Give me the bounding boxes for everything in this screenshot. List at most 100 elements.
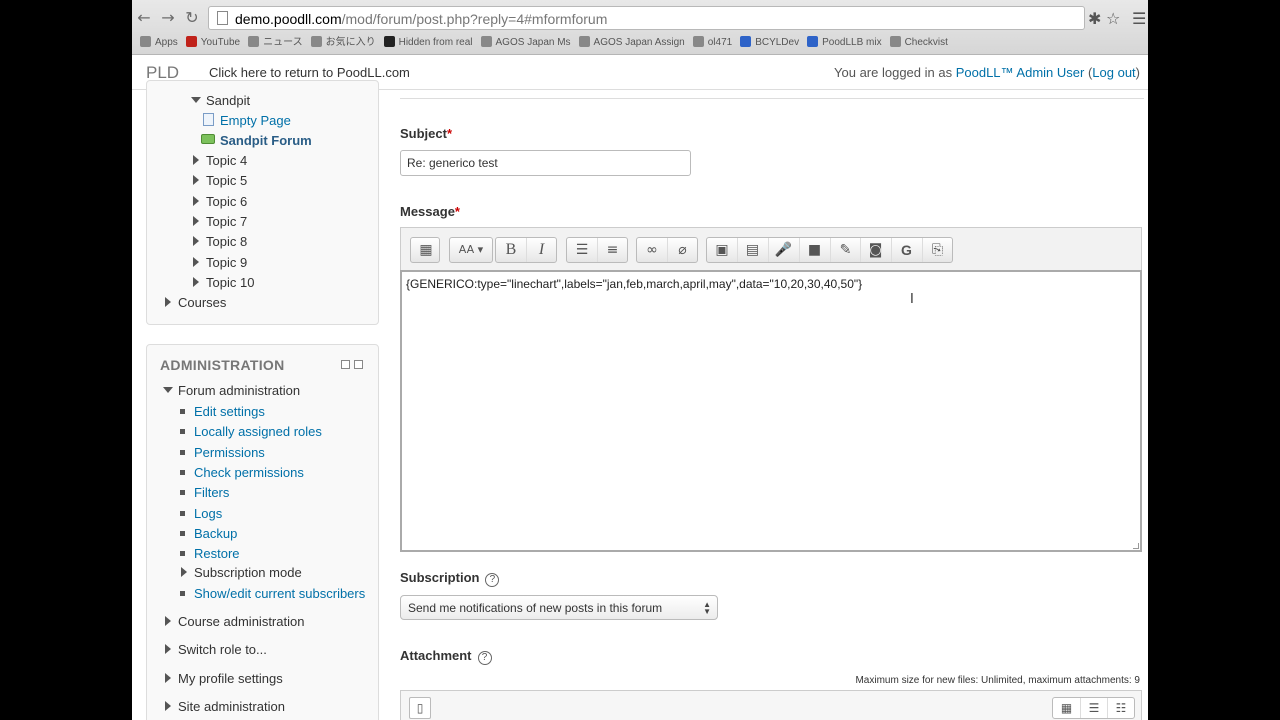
generico-icon[interactable]: G [891,238,921,262]
nav-topic[interactable]: Topic 5 [193,173,247,188]
collapsed-icon [165,673,171,683]
text-cursor-icon: I [910,292,914,307]
bookmark-icon [889,36,901,47]
list-view-icon[interactable]: ☰ [1080,698,1107,718]
nav-topic[interactable]: Topic 8 [193,234,247,249]
collapsed-icon [193,236,199,247]
subscription-mode[interactable]: Subscription mode [181,565,302,580]
bookmark-item[interactable]: ニュース [248,34,303,52]
bookmark-item[interactable]: お気に入り [310,34,376,52]
logout-link[interactable]: Log out [1092,65,1135,80]
bullet-icon [180,409,185,414]
menu-icon[interactable]: ☰ [1132,9,1146,28]
admin-link[interactable]: Edit settings [180,404,265,419]
pencil-icon[interactable]: ✎ [830,238,860,262]
bookmark-item[interactable]: PoodLLB mix [807,34,882,52]
admin-link[interactable]: Permissions [180,445,265,460]
bookmark-item[interactable]: AGOS Japan Ms [480,34,571,52]
bookmark-item[interactable]: BCYLDev [740,34,799,52]
subject-input[interactable] [400,150,691,176]
admin-link[interactable]: Check permissions [180,465,304,480]
show-more-icon[interactable]: ▦ [411,238,441,262]
paste-icon[interactable]: ⎘ [922,238,952,262]
user-link[interactable]: PoodLL™ Admin User [956,65,1085,80]
nav-topic[interactable]: Topic 9 [193,255,247,270]
media-icon[interactable]: ▤ [737,238,767,262]
expanded-icon [163,387,173,393]
show-edit-subscribers[interactable]: Show/edit current subscribers [180,586,365,601]
address-bar[interactable]: demo.poodll.com/mod/forum/post.php?reply… [208,6,1085,30]
resize-handle-icon[interactable] [1133,543,1139,549]
extension-icon[interactable]: ✱ [1088,9,1101,28]
ordered-list-icon[interactable]: ≡ [597,238,627,262]
block-title: ADMINISTRATION [160,357,285,373]
dock-icon[interactable] [354,360,363,369]
admin-link[interactable]: Locally assigned roles [180,424,322,439]
video-camera-icon[interactable]: ■ [799,238,829,262]
collapsed-icon [165,644,171,654]
unordered-list-icon[interactable]: ☰ [567,238,597,262]
italic-button[interactable]: I [526,238,556,262]
toolbar-group-lists: ☰ ≡ [566,237,628,263]
subject-label: Subject* [400,126,453,141]
message-editor[interactable]: {GENERICO:type="linechart",labels="jan,f… [400,270,1142,552]
administration-block: ADMINISTRATION Forum administration Edit… [146,344,379,720]
message-text: {GENERICO:type="linechart",labels="jan,f… [406,277,863,291]
toolbar-group-style: B I [495,237,557,263]
switch-role[interactable]: Switch role to... [165,642,267,657]
bookmark-item[interactable]: Apps [140,34,178,52]
bookmark-icon [480,36,492,47]
link-icon[interactable]: ∞ [637,238,667,262]
reload-icon[interactable]: ↻ [182,8,202,28]
bold-button[interactable]: B [496,238,526,262]
nav-courses[interactable]: Courses [165,295,226,310]
icon-view-icon[interactable]: ▦ [1053,698,1080,718]
bookmark-item[interactable]: Checkvist [889,34,948,52]
bookmark-star-icon[interactable]: ☆ [1106,9,1120,28]
return-link[interactable]: Click here to return to PoodLL.com [209,65,410,80]
admin-link[interactable]: Logs [180,506,222,521]
back-icon[interactable]: ← [134,8,154,28]
profile-settings[interactable]: My profile settings [165,671,283,686]
bookmark-icon [185,36,197,47]
nav-topic[interactable]: Topic 10 [193,275,254,290]
forward-icon[interactable]: → [158,8,178,28]
bookmark-icon [807,36,819,47]
help-icon[interactable]: ? [485,573,500,587]
font-style-button[interactable]: AA ▾ [450,238,492,262]
toolbar-group-links: ∞ ⌀ [636,237,698,263]
bullet-icon [180,469,185,475]
nav-sandpit-forum[interactable]: Sandpit Forum [201,133,312,148]
collapsed-icon [193,155,199,165]
unlink-icon[interactable]: ⌀ [667,238,697,262]
admin-link[interactable]: Backup [180,526,237,541]
admin-link[interactable]: Filters [180,485,229,500]
nav-topic[interactable]: Topic 4 [193,153,247,168]
bookmark-item[interactable]: Hidden from real [383,34,473,52]
nav-topic[interactable]: Topic 6 [193,194,247,209]
microphone-icon[interactable]: 🎤 [768,238,798,262]
nav-sandpit[interactable]: Sandpit [191,93,250,108]
bookmark-label: お気に入り [325,37,376,48]
nav-empty-page[interactable]: Empty Page [203,113,291,128]
nav-topic[interactable]: Topic 7 [193,214,247,229]
bookmark-label: Checkvist [904,37,948,48]
forum-administration[interactable]: Forum administration [163,383,300,398]
admin-link[interactable]: Restore [180,546,240,561]
image-icon[interactable]: ▣ [707,238,737,262]
bookmark-item[interactable]: ol471 [692,34,732,52]
max-size-info: Maximum size for new files: Unlimited, m… [855,675,1140,686]
help-icon[interactable]: ? [477,651,492,665]
course-administration[interactable]: Course administration [165,614,304,629]
bookmark-item[interactable]: YouTube [185,34,240,52]
minimize-icon[interactable] [341,360,350,369]
collapsed-icon [181,567,187,577]
bookmark-item[interactable]: AGOS Japan Assign [578,34,685,52]
site-administration[interactable]: Site administration [165,699,285,714]
tree-view-icon[interactable]: ☷ [1107,698,1134,718]
bookmark-icon [310,36,322,47]
subscription-select[interactable]: Send me notifications of new posts in th… [400,595,718,620]
snapshot-camera-icon[interactable]: ◙ [860,238,890,262]
bookmark-label: PoodLLB mix [822,37,882,48]
add-file-icon[interactable]: ▯ [409,697,431,719]
